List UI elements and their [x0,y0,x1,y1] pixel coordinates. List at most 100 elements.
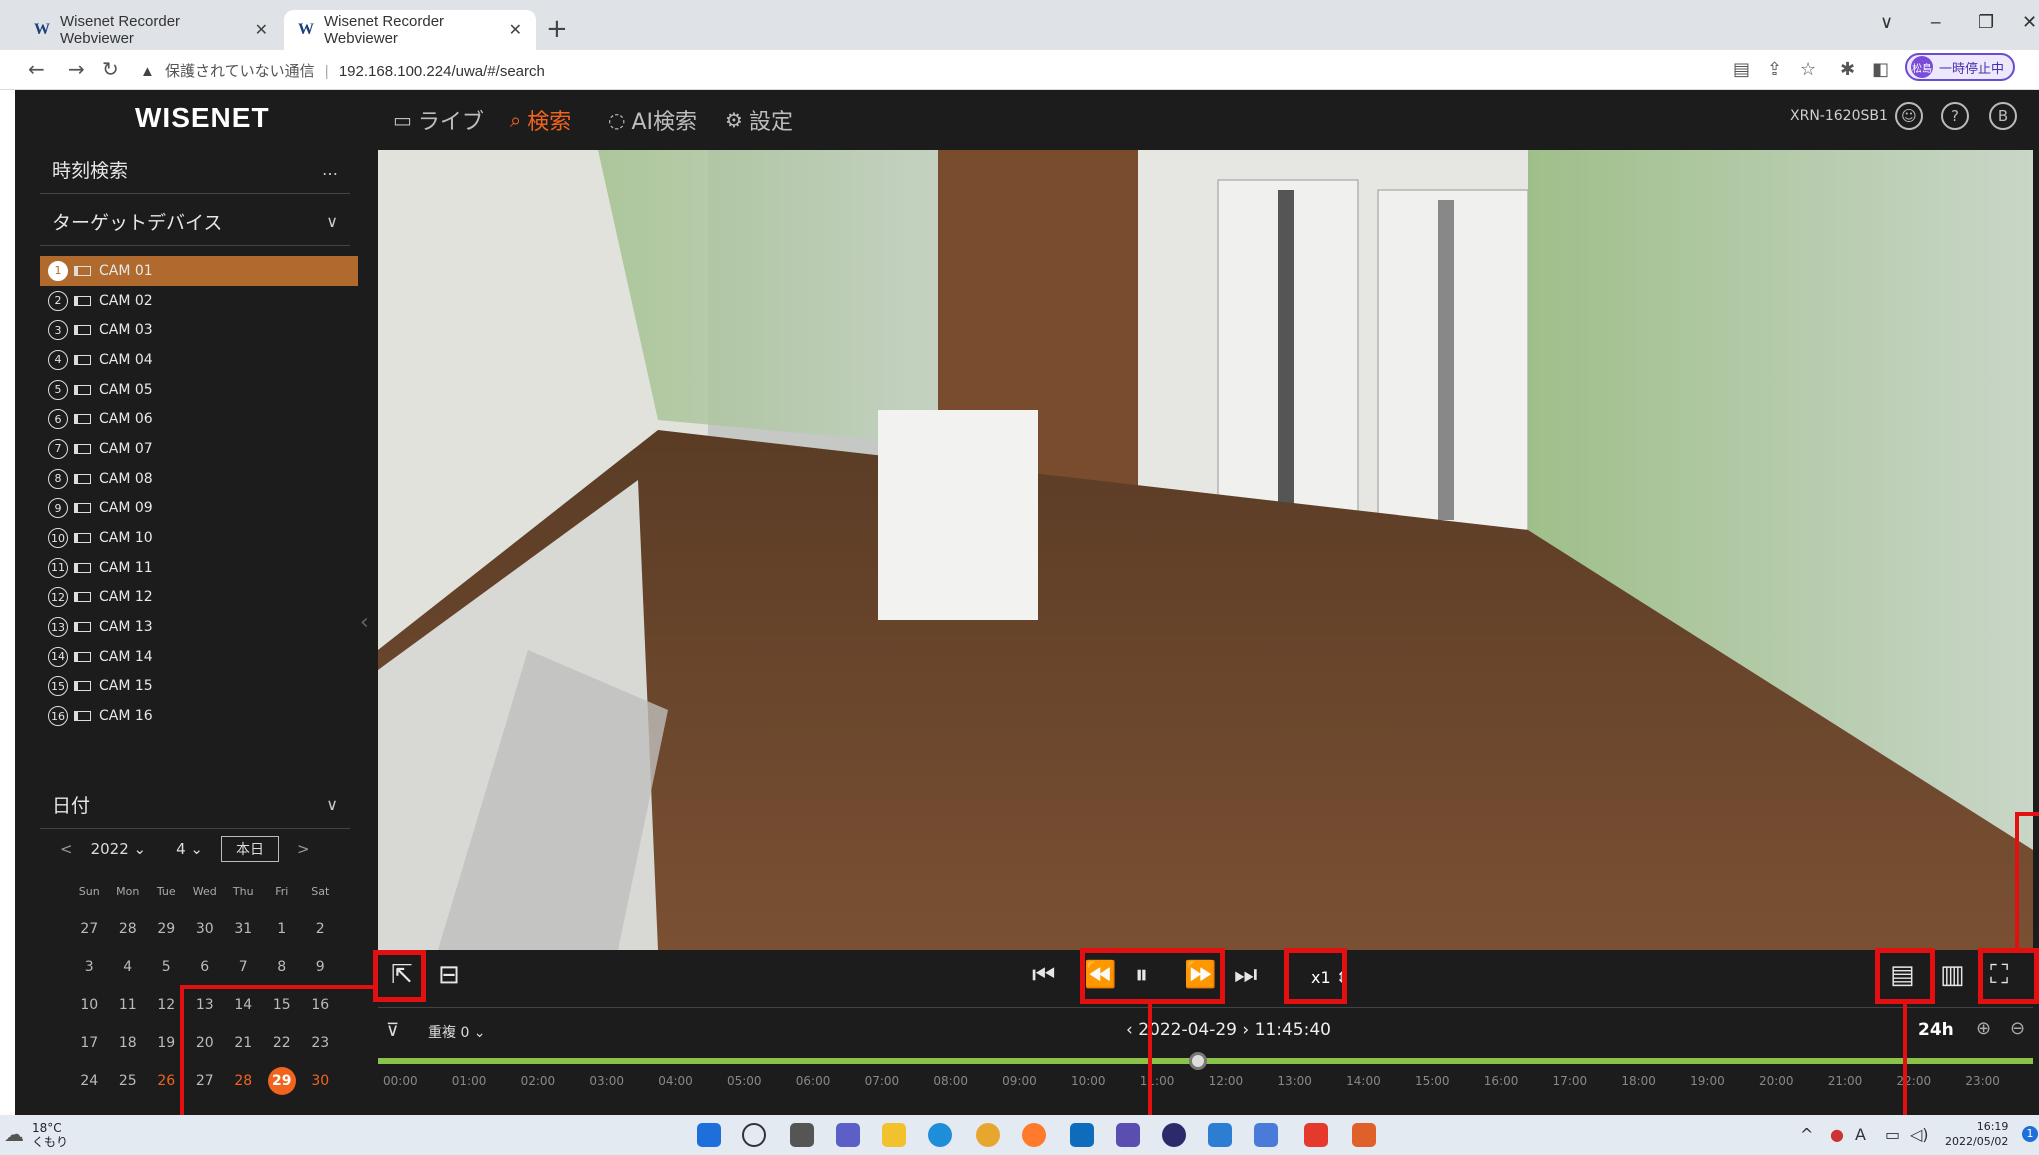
close-window-button[interactable]: ✕ [2022,12,2037,33]
calendar-day[interactable]: 18 [109,1035,148,1051]
calendar-day[interactable]: 6 [186,959,225,975]
calendar-day[interactable]: 8 [263,959,302,975]
maximize-button[interactable]: ❐ [1978,12,1994,33]
app-icon[interactable] [1162,1123,1186,1147]
app-icon[interactable] [1352,1123,1376,1147]
reload-icon[interactable]: ↻ [102,57,119,81]
calendar-day[interactable]: 25 [109,1073,148,1089]
calendar-day[interactable]: 1 [263,921,302,937]
zoom-in-icon[interactable]: ⊕ [1976,1018,1991,1039]
extensions-icon[interactable]: ✱ [1840,59,1855,80]
calendar-day[interactable]: 3 [70,959,109,975]
teams-icon[interactable] [836,1123,860,1147]
camera-item[interactable]: 9 CAM 09 [40,494,358,524]
camera-video-frame[interactable] [378,150,2033,950]
calendar-day[interactable]: 5 [147,959,186,975]
date-header[interactable]: 日付 ∨ [40,781,350,829]
nav-settings[interactable]: ⚙ 設定 [725,104,793,136]
app-icon[interactable] [1254,1123,1278,1147]
more-menu-icon[interactable]: … [322,160,338,179]
app-icon[interactable] [1304,1123,1328,1147]
nav-ai-search[interactable]: ◌ AI検索 [608,104,697,136]
skip-to-start-icon[interactable]: ⏮ [1032,960,1055,991]
calendar-day[interactable]: 29 [147,921,186,937]
calendar-day[interactable]: 20 [186,1035,225,1051]
camera-item[interactable]: 13 CAM 13 [40,612,358,642]
new-tab-button[interactable]: + [546,14,568,44]
camera-item[interactable]: 4 CAM 04 [40,345,358,375]
calendar-day[interactable]: 2 [301,921,340,937]
close-tab-icon[interactable]: ✕ [509,20,522,40]
camera-item[interactable]: 2 CAM 02 [40,286,358,316]
user-icon[interactable]: ☺ [1895,102,1923,130]
tray-overflow-icon[interactable]: ^ [1800,1125,1813,1144]
next-month-icon[interactable]: > [297,840,310,858]
taskbar-clock[interactable]: 16:19 2022/05/02 [1945,1119,2008,1149]
calendar-day[interactable]: 28 [224,1073,263,1089]
camera-item[interactable]: 5 CAM 05 [40,375,358,405]
camera-item[interactable]: 1 CAM 01 [40,256,358,286]
browser-tab-2-active[interactable]: W Wisenet Recorder Webviewer ✕ [284,10,536,50]
app-icon[interactable] [1116,1123,1140,1147]
calendar-day[interactable]: 7 [224,959,263,975]
minimize-button[interactable]: ‒ [1930,12,1941,33]
today-button[interactable]: 本日 [221,836,279,862]
snapshot-icon[interactable]: ⊟ [438,960,460,990]
year-select[interactable]: 2022 ⌄ [91,840,147,858]
calendar-day[interactable]: 15 [263,997,302,1013]
prev-month-icon[interactable]: < [60,840,73,858]
app-icon[interactable] [1208,1123,1232,1147]
theme-toggle-icon[interactable]: B [1989,102,2017,130]
firefox-icon[interactable] [1022,1123,1046,1147]
statistics-icon[interactable]: ▥ [1940,960,1965,990]
start-icon[interactable] [697,1123,721,1147]
help-icon[interactable]: ? [1941,102,1969,130]
ime-icon[interactable]: A [1855,1125,1866,1144]
camera-item[interactable]: 8 CAM 08 [40,464,358,494]
calendar-day[interactable]: 9 [301,959,340,975]
task-view-icon[interactable] [790,1123,814,1147]
camera-item[interactable]: 3 CAM 03 [40,315,358,345]
calendar-day[interactable]: 27 [70,921,109,937]
calendar-day[interactable]: 16 [301,997,340,1013]
nav-search[interactable]: ⌕ 検索 [510,104,571,136]
calendar-day[interactable]: 29 [263,1067,302,1095]
share-icon[interactable]: ⇪ [1767,59,1782,80]
weather-widget[interactable]: 18°C くもり [32,1121,68,1149]
outlook-icon[interactable] [1070,1123,1094,1147]
notification-icon[interactable]: 1 [2022,1126,2038,1142]
file-explorer-icon[interactable] [882,1123,906,1147]
calendar-day[interactable]: 23 [301,1035,340,1051]
close-tab-icon[interactable]: ✕ [255,20,268,40]
month-select[interactable]: 4 ⌄ [176,840,203,858]
camera-item[interactable]: 14 CAM 14 [40,642,358,672]
calendar-day[interactable]: 27 [186,1073,225,1089]
calendar-day[interactable]: 13 [186,997,225,1013]
back-icon[interactable]: ← [28,57,45,81]
calendar-day[interactable]: 24 [70,1073,109,1089]
calendar-day[interactable]: 28 [109,921,148,937]
zoom-out-icon[interactable]: ⊖ [2010,1018,2025,1039]
skip-to-end-icon[interactable]: ⏭ [1234,960,1257,991]
chrome-icon[interactable] [976,1123,1000,1147]
calendar-day[interactable]: 31 [224,921,263,937]
target-device-header[interactable]: ターゲットデバイス ∨ [40,198,350,246]
camera-item[interactable]: 6 CAM 06 [40,404,358,434]
collapse-sidebar-icon[interactable]: ‹ [360,610,369,635]
timeline-range[interactable]: 24h [1918,1020,1954,1040]
camera-item[interactable]: 12 CAM 12 [40,583,358,613]
translate-icon[interactable]: ▤ [1733,59,1750,80]
volume-icon[interactable]: ◁) [1910,1125,1929,1144]
nav-live[interactable]: ▭ ライブ [393,104,484,136]
tray-app-icon[interactable]: ● [1830,1125,1844,1144]
calendar-day[interactable]: 10 [70,997,109,1013]
calendar-day[interactable]: 22 [263,1035,302,1051]
forward-icon[interactable]: → [68,57,85,81]
overlap-select[interactable]: 重複 0 ⌄ [428,1022,486,1042]
network-icon[interactable]: ▭ [1885,1125,1900,1144]
camera-item[interactable]: 11 CAM 11 [40,553,358,583]
playhead-handle[interactable] [1188,1052,1207,1070]
calendar-day[interactable]: 14 [224,997,263,1013]
calendar-day[interactable]: 21 [224,1035,263,1051]
edge-icon[interactable] [928,1123,952,1147]
